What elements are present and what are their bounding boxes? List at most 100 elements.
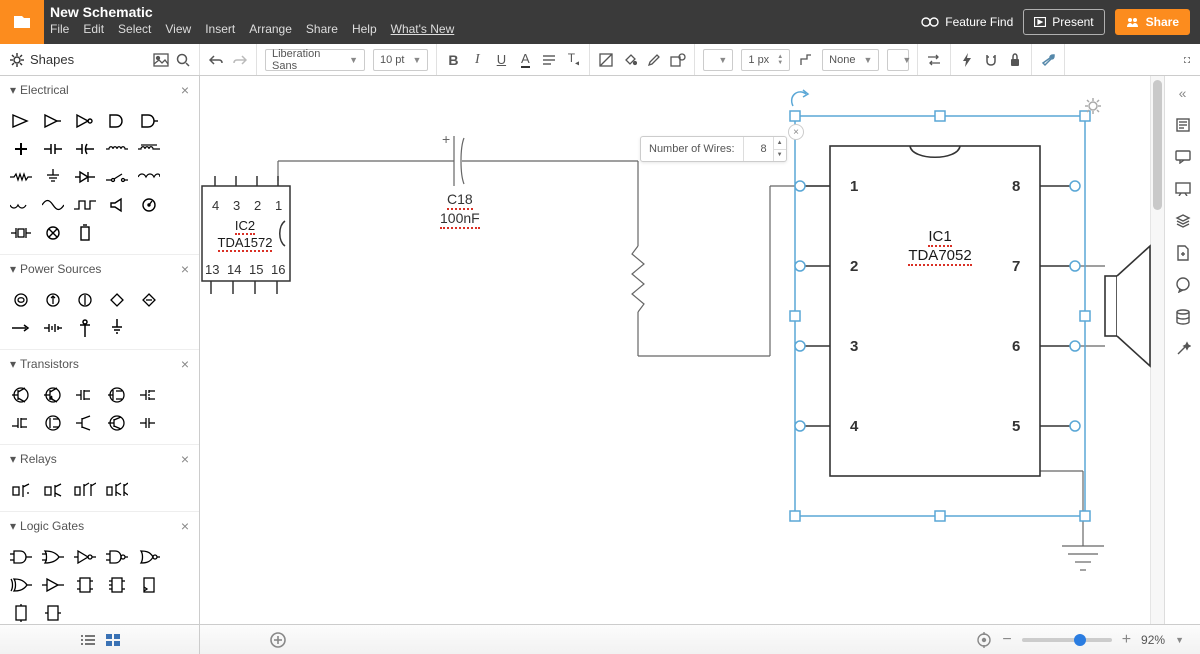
wires-value[interactable]: 8 <box>743 137 773 161</box>
shape-source5-icon[interactable] <box>134 287 164 313</box>
add-page-icon[interactable] <box>270 632 286 648</box>
menu-help[interactable]: Help <box>352 22 377 36</box>
line-style-select[interactable]: ▼ <box>703 49 733 71</box>
menu-select[interactable]: Select <box>118 22 151 36</box>
line-end-select[interactable]: None▼ <box>822 49 879 71</box>
align-icon[interactable] <box>541 52 557 68</box>
grid-view-icon[interactable] <box>106 634 120 646</box>
notes-icon[interactable] <box>1174 116 1192 134</box>
shape-fet4-icon[interactable] <box>6 410 36 436</box>
font-family-select[interactable]: Liberation Sans▼ <box>265 49 365 71</box>
category-logic[interactable]: ▾ Logic Gates× <box>0 512 199 540</box>
shape-gnd-icon[interactable] <box>102 315 132 341</box>
shape-ff2-icon[interactable] <box>102 572 132 598</box>
close-icon[interactable]: × <box>181 82 189 98</box>
shape-amplifier-icon[interactable] <box>6 108 36 134</box>
shape-buffer-gate-icon[interactable] <box>38 572 68 598</box>
magnet-icon[interactable] <box>983 52 999 68</box>
arrow-right-select[interactable]: ▼ <box>887 49 909 71</box>
shape-and-gate-icon[interactable] <box>6 544 36 570</box>
fill-none-icon[interactable] <box>598 52 614 68</box>
share-button[interactable]: Share <box>1115 9 1190 35</box>
menu-insert[interactable]: Insert <box>205 22 235 36</box>
shape-and-icon[interactable] <box>102 108 132 134</box>
shape-meter-icon[interactable] <box>134 192 164 218</box>
shape-pulse-icon[interactable] <box>70 192 100 218</box>
menu-whatsnew[interactable]: What's New <box>391 22 455 36</box>
shape-relay1-icon[interactable] <box>6 477 36 503</box>
shape-xor-gate-icon[interactable] <box>6 572 36 598</box>
shape-not-gate-icon[interactable] <box>70 544 100 570</box>
italic-icon[interactable]: I <box>469 52 485 68</box>
shape-source4-icon[interactable] <box>102 287 132 313</box>
shape-relay4-icon[interactable] <box>102 477 132 503</box>
wires-stepper[interactable]: ▲▼ <box>773 137 786 161</box>
shape-coil-icon[interactable] <box>134 164 164 190</box>
shape-relay2-icon[interactable] <box>38 477 68 503</box>
close-icon[interactable]: × <box>181 451 189 467</box>
shape-resistor-icon[interactable] <box>6 164 36 190</box>
category-transistors[interactable]: ▾ Transistors× <box>0 350 199 378</box>
close-icon[interactable]: × <box>181 261 189 277</box>
presentation-icon[interactable] <box>1174 180 1192 198</box>
undo-icon[interactable] <box>208 52 224 68</box>
category-power[interactable]: ▾ Power Sources× <box>0 255 199 283</box>
feature-find-button[interactable]: Feature Find <box>921 15 1013 29</box>
font-size-select[interactable]: 10 pt▼ <box>373 49 428 71</box>
text-options-icon[interactable]: T◂ <box>565 52 581 68</box>
menu-arrange[interactable]: Arrange <box>249 22 292 36</box>
shape-fet1-icon[interactable] <box>70 382 100 408</box>
shape-vcc-icon[interactable] <box>70 315 100 341</box>
shape-ff3-icon[interactable] <box>134 572 164 598</box>
fullscreen-icon[interactable] <box>1184 52 1200 68</box>
cap-label[interactable]: C18 100nF <box>440 191 480 229</box>
wrench-icon[interactable] <box>1040 52 1056 68</box>
search-icon[interactable] <box>175 52 191 68</box>
shape-inductor-icon[interactable] <box>102 136 132 162</box>
menu-view[interactable]: View <box>165 22 191 36</box>
shapes-button[interactable]: Shapes <box>0 44 200 75</box>
shape-nand-gate-icon[interactable] <box>102 544 132 570</box>
shape-cap-icon[interactable] <box>38 136 68 162</box>
bold-icon[interactable]: B <box>445 52 461 68</box>
shape-cap-pol-icon[interactable] <box>70 136 100 162</box>
close-bubble-icon[interactable]: × <box>788 124 804 140</box>
shape-fet5-icon[interactable] <box>38 410 68 436</box>
shape-plus-icon[interactable] <box>6 136 36 162</box>
zoom-in-icon[interactable]: + <box>1122 631 1131 649</box>
ic1-label[interactable]: IC1 TDA7052 <box>900 228 980 266</box>
comments-icon[interactable] <box>1174 148 1192 166</box>
swap-icon[interactable] <box>926 52 942 68</box>
shape-relay3-icon[interactable] <box>70 477 100 503</box>
shape-fet8-icon[interactable] <box>134 410 164 436</box>
line-route-icon[interactable] <box>798 52 814 68</box>
shape-pnp-icon[interactable] <box>38 382 68 408</box>
redo-icon[interactable] <box>232 52 248 68</box>
shape-fet2-icon[interactable] <box>102 382 132 408</box>
shape-inverter-icon[interactable] <box>70 108 100 134</box>
shape-npn-icon[interactable] <box>6 382 36 408</box>
shape-or-gate-icon[interactable] <box>38 544 68 570</box>
chat-icon[interactable] <box>1174 276 1192 294</box>
shape-batt-icon[interactable] <box>38 315 68 341</box>
close-icon[interactable]: × <box>181 518 189 534</box>
shape-buffer-icon[interactable] <box>38 108 68 134</box>
line-width-input[interactable]: 1 px▲▼ <box>741 49 790 71</box>
shape-and2-icon[interactable] <box>134 108 164 134</box>
pencil-icon[interactable] <box>646 52 662 68</box>
lightning-icon[interactable] <box>959 52 975 68</box>
shape-source2-icon[interactable] <box>38 287 68 313</box>
shape-lamp-icon[interactable] <box>38 220 68 246</box>
close-icon[interactable]: × <box>181 356 189 372</box>
category-relays[interactable]: ▾ Relays× <box>0 445 199 473</box>
shape-source6-icon[interactable] <box>6 315 36 341</box>
shape-switch-icon[interactable] <box>102 164 132 190</box>
shape-speaker-icon[interactable] <box>102 192 132 218</box>
present-button[interactable]: Present <box>1023 9 1104 35</box>
fill-bucket-icon[interactable] <box>622 52 638 68</box>
image-icon[interactable] <box>153 52 169 68</box>
zoom-value[interactable]: 92% <box>1141 633 1165 647</box>
menu-file[interactable]: File <box>50 22 69 36</box>
lock-icon[interactable] <box>1007 52 1023 68</box>
list-view-icon[interactable] <box>80 634 96 646</box>
